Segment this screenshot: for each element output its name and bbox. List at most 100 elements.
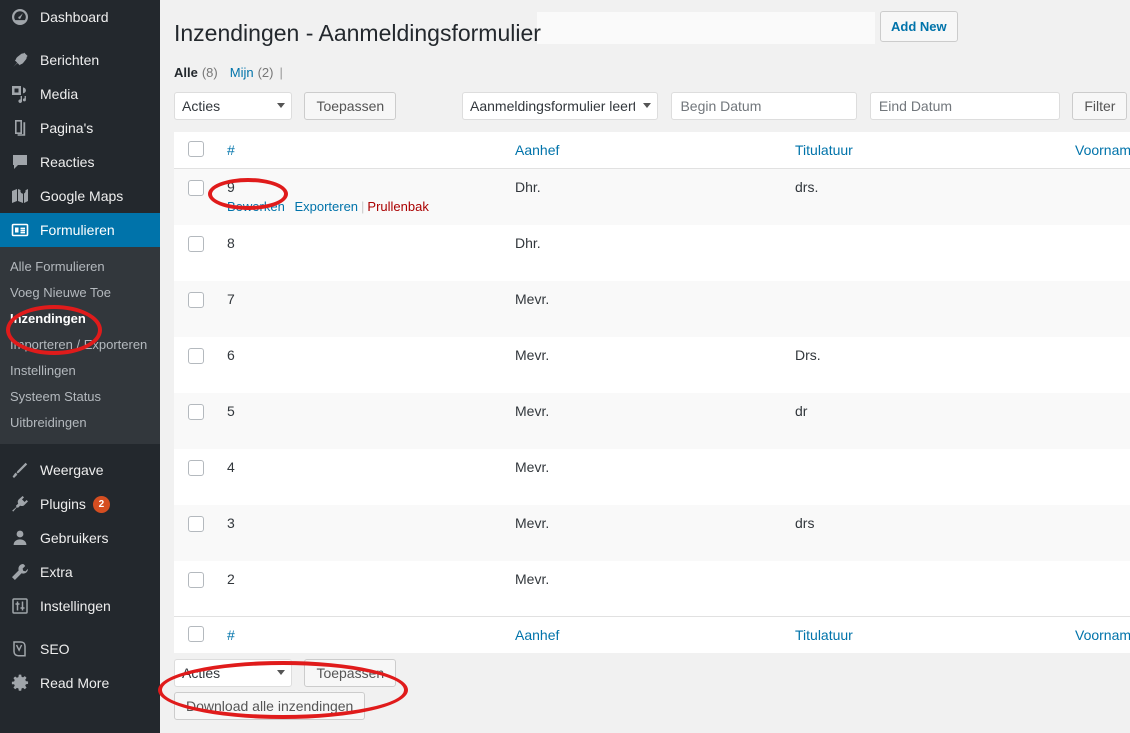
table-row: 8 Dhr. [174, 224, 1130, 281]
sidebar-item-google-maps[interactable]: Google Maps [0, 179, 160, 213]
row-checkbox[interactable] [188, 403, 204, 420]
sidebar-item-label: Read More [40, 675, 110, 691]
admin-sidebar: Dashboard Berichten Media Pagina's React… [0, 0, 160, 733]
add-new-button[interactable]: Add New [880, 11, 958, 42]
sidebar-submenu-formulieren: Alle Formulieren Voeg Nieuwe Toe Inzendi… [0, 247, 160, 444]
row-checkbox[interactable] [188, 180, 204, 196]
column-footer-voornamen[interactable]: Voornamen [1065, 616, 1130, 653]
row-select-cell[interactable] [174, 449, 217, 505]
apply-button-top[interactable]: Toepassen [304, 92, 397, 120]
submission-id: 3 [227, 514, 235, 531]
sidebar-item-instellingen-forms[interactable]: Instellingen [0, 358, 160, 384]
row-action-separator [285, 199, 295, 214]
cell-voornamen [1065, 449, 1130, 505]
plugins-update-badge: 2 [92, 495, 110, 513]
row-checkbox[interactable] [188, 515, 204, 532]
sidebar-item-seo[interactable]: SEO [0, 632, 160, 666]
eind-date-input[interactable] [869, 92, 1060, 120]
gear-icon [10, 673, 36, 693]
cell-titulatuur [785, 561, 1065, 617]
sidebar-item-voeg-nieuwe-toe[interactable]: Voeg Nieuwe Toe [0, 280, 160, 306]
column-header-aanhef[interactable]: Aanhef [505, 132, 785, 169]
cell-aanhef: Mevr. [515, 346, 550, 363]
select-all-footer[interactable] [174, 616, 217, 653]
column-footer-id[interactable]: # [217, 616, 505, 653]
tools-icon [10, 562, 36, 582]
row-checkbox[interactable] [188, 347, 204, 364]
title-field[interactable] [537, 12, 875, 44]
column-footer-titulatuur[interactable]: Titulatuur [785, 616, 1065, 653]
sidebar-item-extra[interactable]: Extra [0, 555, 160, 589]
cell-titulatuur [785, 225, 1065, 281]
sidebar-item-media[interactable]: Media [0, 77, 160, 111]
column-header-titulatuur[interactable]: Titulatuur [785, 132, 1065, 169]
sidebar-item-dashboard[interactable]: Dashboard [0, 0, 160, 34]
cell-aanhef: Dhr. [515, 179, 541, 195]
row-action-export[interactable]: Exporteren [294, 199, 358, 214]
select-all-header[interactable] [174, 132, 217, 169]
column-header-id[interactable]: # [217, 132, 505, 169]
sidebar-item-paginas[interactable]: Pagina's [0, 111, 160, 145]
view-all[interactable]: Alle (8) [174, 63, 218, 83]
view-mine-count: (2) [257, 65, 274, 80]
sidebar-item-importeren-exporteren[interactable]: Importeren / Exporteren [0, 332, 160, 358]
admin-main: Inzendingen - Aanmeldingsformulier Add N… [160, 0, 1130, 733]
cell-titulatuur: Drs. [795, 346, 821, 363]
sidebar-item-uitbreidingen[interactable]: Uitbreidingen [0, 410, 160, 436]
row-select-cell[interactable] [174, 561, 217, 617]
cell-aanhef: Mevr. [515, 402, 550, 419]
table-row: 5 Mevr. dr [174, 392, 1130, 449]
sidebar-item-gebruikers[interactable]: Gebruikers [0, 521, 160, 555]
sidebar-item-instellingen[interactable]: Instellingen [0, 589, 160, 623]
column-header-voornamen[interactable]: Voornamen [1065, 132, 1130, 169]
row-checkbox[interactable] [188, 235, 204, 252]
row-select-cell[interactable] [174, 393, 217, 449]
sidebar-item-label: Weergave [40, 462, 104, 478]
sidebar-item-formulieren[interactable]: Formulieren [0, 213, 160, 247]
sidebar-item-inzendingen[interactable]: Inzendingen [0, 306, 160, 332]
column-footer-aanhef[interactable]: Aanhef [505, 616, 785, 653]
row-checkbox[interactable] [188, 459, 204, 476]
page-title: Inzendingen - Aanmeldingsformulier [174, 20, 541, 46]
row-action-edit[interactable]: Bewerken [227, 199, 285, 214]
row-select-cell[interactable] [174, 337, 217, 393]
sidebar-item-reacties[interactable]: Reacties [0, 145, 160, 179]
cell-id: 8 [217, 225, 505, 281]
bulk-action-select-bottom[interactable]: Acties [174, 659, 292, 687]
table-head: # Aanhef Titulatuur Voornamen [174, 132, 1130, 169]
cell-aanhef: Mevr. [515, 570, 550, 587]
filter-group: Aanmeldingsformulier leerth Filter [462, 92, 1128, 120]
apply-button-bottom[interactable]: Toepassen [304, 659, 397, 687]
sidebar-item-label: Google Maps [40, 188, 124, 204]
plugins-icon [10, 494, 36, 514]
row-select-cell[interactable] [174, 281, 217, 337]
view-separator: | [273, 63, 288, 83]
select-all-checkbox-footer[interactable] [188, 626, 204, 642]
sidebar-item-label: SEO [40, 641, 70, 657]
row-checkbox[interactable] [188, 571, 204, 588]
form-filter-select[interactable]: Aanmeldingsformulier leerth [462, 92, 658, 120]
bulk-action-select[interactable]: Acties [174, 92, 292, 120]
sidebar-item-weergave[interactable]: Weergave [0, 453, 160, 487]
row-checkbox[interactable] [188, 291, 204, 308]
row-select-cell[interactable] [174, 169, 217, 225]
sidebar-item-alle-formulieren[interactable]: Alle Formulieren [0, 254, 160, 280]
view-mine[interactable]: Mijn (2) [230, 63, 274, 83]
select-all-checkbox[interactable] [188, 141, 204, 157]
table-footer-row: # Aanhef Titulatuur Voornamen [174, 616, 1130, 653]
row-action-trash[interactable]: Prullenbak [367, 199, 428, 214]
download-all-submissions-button[interactable]: Download alle inzendingen [174, 692, 366, 720]
sidebar-item-plugins[interactable]: Plugins 2 [0, 487, 160, 521]
begin-date-input[interactable] [671, 92, 858, 120]
row-select-cell[interactable] [174, 505, 217, 561]
filter-button[interactable]: Filter [1072, 92, 1128, 120]
sidebar-item-systeem-status[interactable]: Systeem Status [0, 384, 160, 410]
sidebar-item-read-more[interactable]: Read More [0, 666, 160, 700]
row-select-cell[interactable] [174, 225, 217, 281]
submission-id: 2 [227, 570, 235, 587]
sidebar-item-berichten[interactable]: Berichten [0, 43, 160, 77]
sidebar-item-label: Plugins [40, 496, 86, 512]
cell-id: 9 Bewerken Exporteren | Prullenbak [217, 169, 505, 225]
submission-id: 8 [227, 234, 235, 251]
page-wrap: Inzendingen - Aanmeldingsformulier Add N… [160, 0, 1130, 720]
